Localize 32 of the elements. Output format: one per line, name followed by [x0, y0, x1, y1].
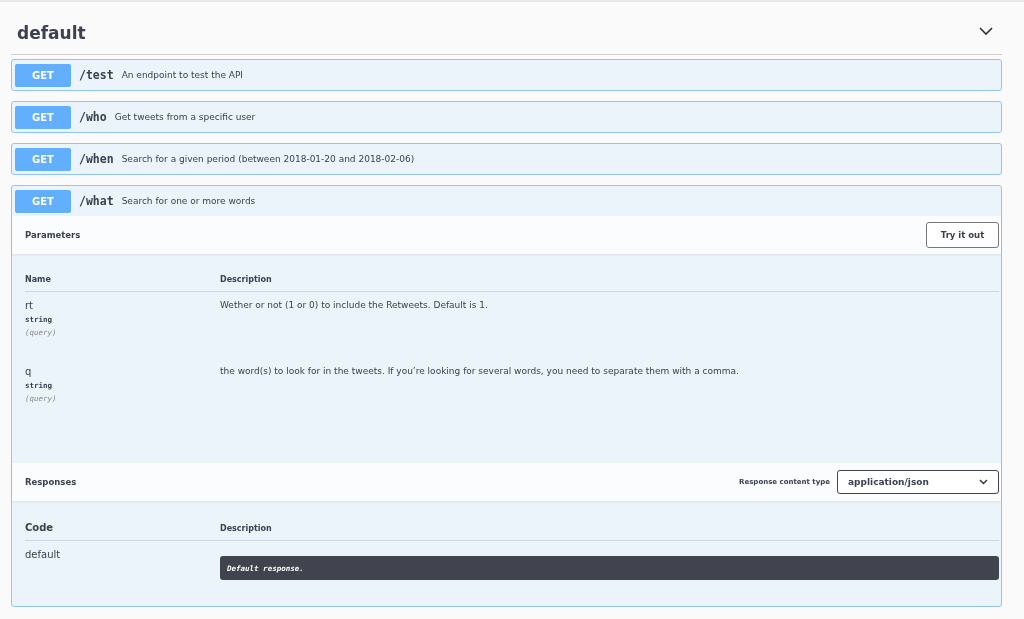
- responses-heading: Responses: [25, 477, 77, 487]
- method-badge: GET: [15, 105, 71, 129]
- section-title: default: [17, 22, 86, 43]
- chevron-icon[interactable]: [978, 26, 994, 36]
- operation-summary-bar[interactable]: GET /who Get tweets from a specific user: [12, 102, 1001, 132]
- method-badge: GET: [15, 189, 71, 213]
- response-code: default: [25, 549, 62, 562]
- column-header: Description: [220, 275, 273, 284]
- method-badge: GET: [15, 63, 71, 87]
- column-header: Code: [25, 522, 55, 533]
- operation-summary-bar[interactable]: GET /test An endpoint to test the API: [12, 60, 1001, 90]
- parameter-description: the word(s) to look for in the tweets. If you’re looking for several words, you need to separate them with a comma.: [220, 366, 740, 378]
- endpoint-path: /who: [79, 110, 107, 124]
- column-header: Description: [220, 524, 273, 533]
- caret-icon: [979, 479, 988, 485]
- try-it-out-button[interactable]: Try it out: [926, 222, 999, 248]
- parameter-name: q: [25, 366, 33, 377]
- endpoint-summary: Search for a given period (between 2018-01-20 and 2018-02-06): [121, 154, 415, 164]
- endpoint-path: /test: [79, 68, 114, 82]
- parameter-description: Wether or not (1 or 0) to include the Retweets. Default is 1.: [220, 300, 489, 312]
- endpoint-summary: Get tweets from a specific user: [114, 112, 256, 122]
- parameters-heading: Parameters: [25, 230, 81, 240]
- endpoint-summary: Search for one or more words: [121, 196, 256, 206]
- parameter-name: rt: [25, 300, 35, 311]
- method-badge: GET: [15, 147, 71, 171]
- endpoint-path: /when: [79, 152, 114, 166]
- content-type-dropdown[interactable]: application/json: [837, 470, 999, 494]
- endpoint-path: /what: [79, 194, 114, 208]
- endpoint-summary: An endpoint to test the API: [121, 70, 244, 80]
- operation-summary-bar[interactable]: GET /when Search for a given period (between 2018-01-20 and 2018-02-06): [12, 144, 1001, 174]
- operation-summary-bar[interactable]: GET /what Search for one or more words: [12, 186, 1001, 216]
- column-header: Name: [25, 275, 52, 284]
